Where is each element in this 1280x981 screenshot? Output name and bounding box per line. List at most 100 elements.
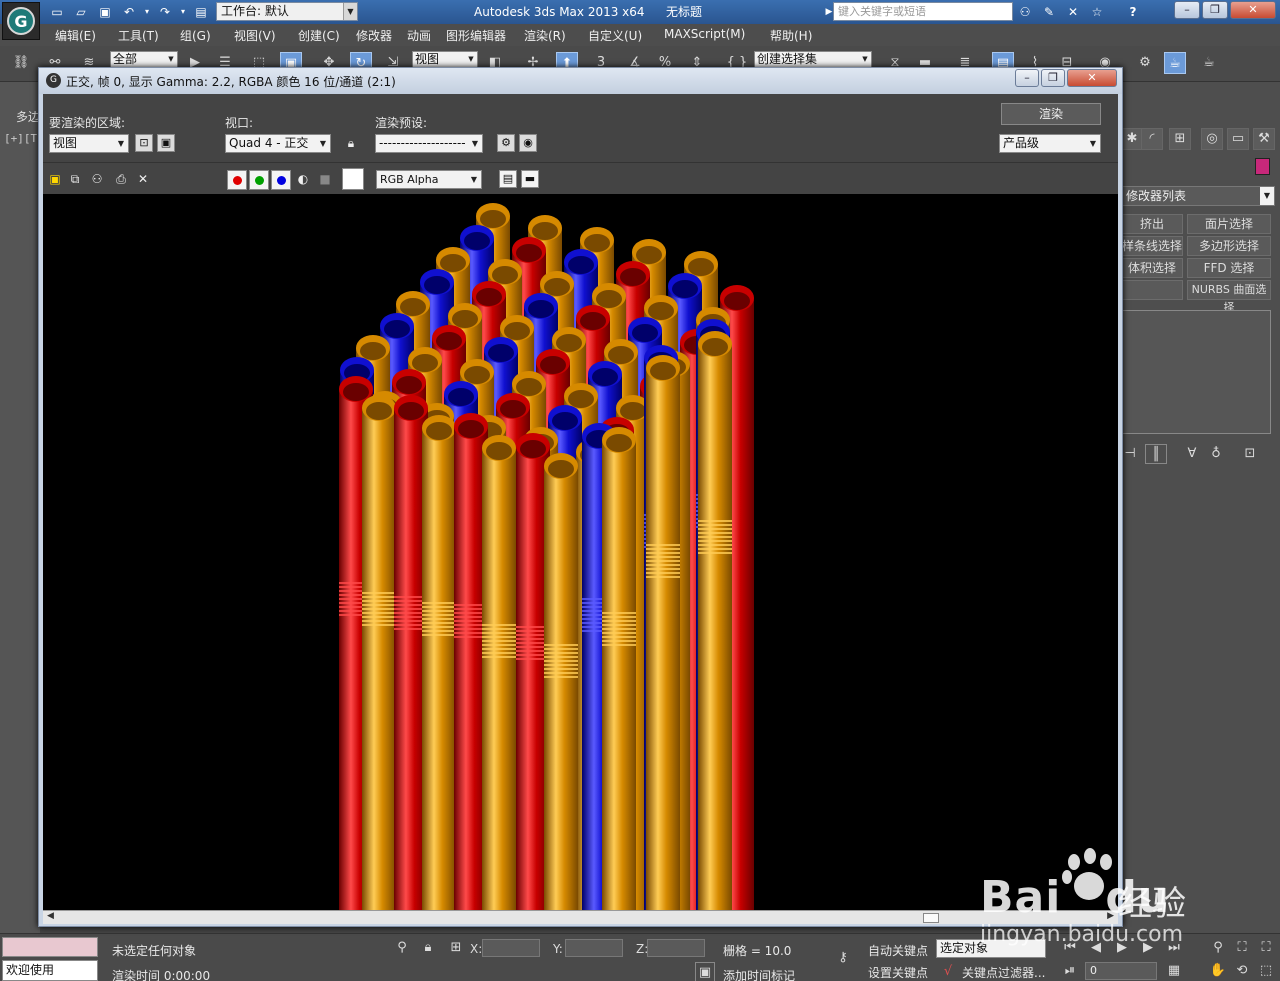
- open-file-icon[interactable]: ▱: [72, 3, 90, 21]
- maximize-viewport-icon[interactable]: ⬚: [1256, 961, 1276, 981]
- spline-select-button[interactable]: 样条线选择: [1121, 236, 1183, 256]
- lock-viewport-icon[interactable]: 🔒︎: [343, 135, 359, 151]
- render-production-icon[interactable]: ☕: [1198, 52, 1220, 74]
- menu-rendering[interactable]: 渲染(R): [524, 27, 566, 44]
- blue-channel-button[interactable]: [271, 170, 291, 190]
- auto-key-button[interactable]: 自动关键点: [868, 942, 928, 959]
- color-swatch[interactable]: [342, 168, 364, 190]
- save-file-icon[interactable]: ▣: [96, 3, 114, 21]
- create-tab-icon[interactable]: ✱: [1121, 128, 1143, 150]
- render-setup-icon[interactable]: ⚙: [497, 134, 515, 152]
- previous-frame-icon[interactable]: ◀: [1086, 938, 1106, 958]
- toggle-ui-overlay-icon[interactable]: ▤: [499, 170, 517, 188]
- menu-graph-editors[interactable]: 图形编辑器: [446, 27, 506, 44]
- menu-view[interactable]: 视图(V): [234, 27, 276, 44]
- time-tag-icon[interactable]: ▣: [695, 962, 715, 981]
- menu-tools[interactable]: 工具(T): [118, 27, 159, 44]
- redo-dropdown-icon[interactable]: ▾: [174, 3, 192, 21]
- reference-coordinate-dropdown[interactable]: 视图 ▼: [412, 51, 478, 68]
- key-selection-set-dropdown[interactable]: 选定对象: [936, 939, 1046, 958]
- current-frame-field[interactable]: 0: [1085, 962, 1157, 980]
- render-preset-dropdown[interactable]: -------------------- ▼: [375, 134, 483, 153]
- maximize-button[interactable]: ❐: [1202, 1, 1228, 19]
- menu-animation[interactable]: 动画: [407, 27, 431, 44]
- viewport-dropdown[interactable]: Quad 4 - 正交 ▼: [225, 134, 331, 153]
- link-icon[interactable]: ⛓: [10, 52, 32, 74]
- ribbon-tab-label[interactable]: 多边: [16, 108, 40, 125]
- clear-icon[interactable]: ✕: [135, 171, 151, 187]
- pan-icon[interactable]: ✋: [1208, 961, 1228, 981]
- object-color-swatch[interactable]: [1255, 158, 1270, 175]
- go-to-end-icon[interactable]: ⏭: [1164, 938, 1184, 958]
- maxscript-listener-macro[interactable]: [2, 937, 98, 957]
- zoom-icon[interactable]: ⚲: [1208, 938, 1228, 958]
- add-time-tag[interactable]: 添加时间标记: [723, 967, 795, 981]
- search-input[interactable]: 键入关键字或短语: [833, 2, 1013, 21]
- volume-select-button[interactable]: 体积选择: [1121, 258, 1183, 278]
- modify-tab-icon[interactable]: ◜: [1141, 128, 1163, 150]
- menu-customize[interactable]: 自定义(U): [588, 27, 642, 44]
- environment-effects-icon[interactable]: ◉: [519, 134, 537, 152]
- scroll-left-icon[interactable]: ◀: [47, 911, 54, 921]
- hierarchy-tab-icon[interactable]: ⊞: [1169, 128, 1191, 150]
- z-coordinate-field[interactable]: [647, 939, 705, 957]
- absolute-mode-icon[interactable]: ⊞: [446, 938, 466, 958]
- selection-lock-icon[interactable]: 🔒︎: [418, 938, 438, 958]
- motion-tab-icon[interactable]: ◎: [1201, 128, 1223, 150]
- render-button[interactable]: 渲染: [1001, 103, 1101, 125]
- render-quality-dropdown[interactable]: 产品级 ▼: [999, 134, 1101, 153]
- key-filter-curve-icon[interactable]: √: [938, 962, 958, 981]
- toggle-ui-icon[interactable]: ▬: [521, 170, 539, 188]
- green-channel-button[interactable]: [249, 170, 269, 190]
- auto-region-icon[interactable]: ▣: [157, 134, 175, 152]
- render-setup-icon[interactable]: ⚙: [1134, 52, 1156, 74]
- scroll-right-icon[interactable]: ▶: [1107, 911, 1114, 921]
- project-folder-icon[interactable]: ▤: [192, 3, 210, 21]
- maxscript-listener-input[interactable]: 欢迎使用 MAXSc: [2, 960, 98, 981]
- empty-modifier-button[interactable]: [1121, 280, 1183, 300]
- time-config-icon[interactable]: ▦: [1164, 961, 1184, 981]
- menu-create[interactable]: 创建(C): [298, 27, 340, 44]
- red-channel-button[interactable]: [227, 170, 247, 190]
- configure-modifier-sets-icon[interactable]: ⊡: [1239, 444, 1261, 464]
- key-filters-button[interactable]: 关键点过滤器...: [962, 964, 1045, 981]
- copy-image-icon[interactable]: ⧉: [67, 171, 83, 187]
- edit-region-icon[interactable]: ⊡: [135, 134, 153, 152]
- ffd-select-button[interactable]: FFD 选择: [1187, 258, 1271, 278]
- area-to-render-dropdown[interactable]: 视图 ▼: [49, 134, 129, 153]
- poly-select-button[interactable]: 多边形选择: [1187, 236, 1271, 256]
- make-unique-icon[interactable]: ∀: [1181, 444, 1203, 464]
- menu-group[interactable]: 组(G): [180, 27, 211, 44]
- x-coordinate-field[interactable]: [482, 939, 540, 957]
- help-icon[interactable]: ?: [1124, 3, 1142, 21]
- undo-dropdown-icon[interactable]: ▾: [138, 3, 156, 21]
- menu-edit[interactable]: 编辑(E): [55, 27, 96, 44]
- minimize-button[interactable]: –: [1174, 1, 1200, 19]
- display-channel-dropdown[interactable]: RGB Alpha ▼: [376, 170, 482, 189]
- communication-center-icon[interactable]: ✎: [1040, 3, 1058, 21]
- set-key-button[interactable]: 设置关键点: [868, 964, 928, 981]
- application-menu-button[interactable]: G: [2, 2, 40, 40]
- y-coordinate-field[interactable]: [565, 939, 623, 957]
- undo-icon[interactable]: ↶: [120, 3, 138, 21]
- nurbs-surface-select-button[interactable]: NURBS 曲面选择: [1187, 280, 1271, 314]
- named-selection-sets-dropdown[interactable]: 创建选择集 ▼: [754, 51, 872, 68]
- new-file-icon[interactable]: ▭: [48, 3, 66, 21]
- menu-modifiers[interactable]: 修改器: [356, 27, 392, 44]
- clone-window-icon[interactable]: ⚇: [89, 171, 105, 187]
- go-to-start-icon[interactable]: ⏮: [1060, 938, 1080, 958]
- scrollbar-thumb[interactable]: [923, 913, 939, 923]
- isolate-selection-icon[interactable]: ⚲: [392, 938, 412, 958]
- play-icon[interactable]: ▶: [1112, 938, 1132, 958]
- utilities-tab-icon[interactable]: ⚒: [1253, 128, 1275, 150]
- render-window-close-button[interactable]: ✕: [1067, 69, 1117, 87]
- binoculars-icon[interactable]: ⚇: [1016, 3, 1034, 21]
- menu-help[interactable]: 帮助(H): [770, 27, 812, 44]
- key-mode-icon[interactable]: ⏯: [1060, 961, 1080, 981]
- orbit-icon[interactable]: ⟲: [1232, 961, 1252, 981]
- redo-icon[interactable]: ↷: [156, 3, 174, 21]
- exchange-icon[interactable]: ✕: [1064, 3, 1082, 21]
- display-tab-icon[interactable]: ▭: [1227, 128, 1249, 150]
- selection-filter-dropdown[interactable]: 全部 ▼: [110, 51, 178, 68]
- zoom-all-icon[interactable]: ⛶: [1256, 938, 1276, 958]
